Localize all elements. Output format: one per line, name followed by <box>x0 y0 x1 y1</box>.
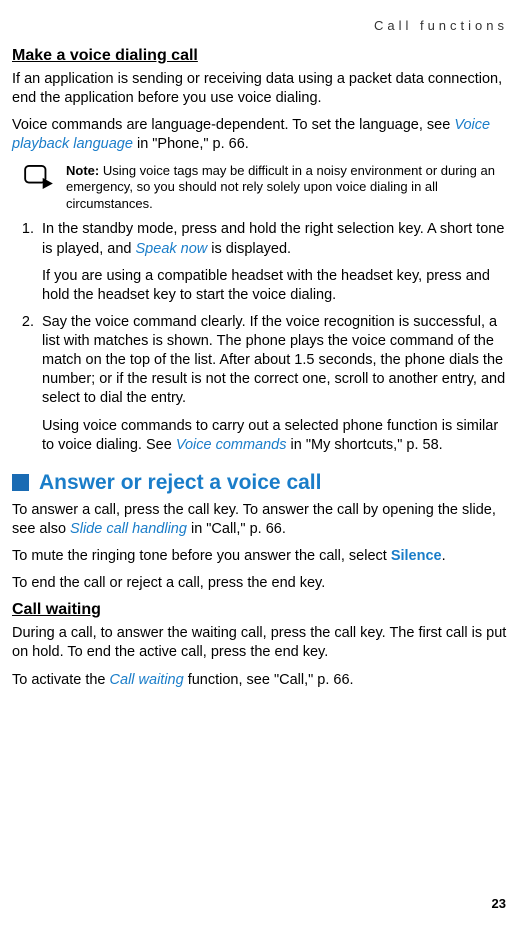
list-item: In the standby mode, press and hold the … <box>38 220 508 305</box>
paragraph: To end the call or reject a call, press … <box>12 574 508 593</box>
section-title-call-waiting: Call waiting <box>12 601 508 619</box>
section-title-voice-dialing: Make a voice dialing call <box>12 47 508 65</box>
link-silence[interactable]: Silence <box>391 548 442 564</box>
text-fragment: in "Phone," p. 66. <box>133 136 249 152</box>
paragraph: During a call, to answer the waiting cal… <box>12 624 508 662</box>
text-fragment: in "My shortcuts," p. 58. <box>287 437 443 453</box>
text-fragment: To mute the ringing tone before you answ… <box>12 548 391 564</box>
section-heading-answer-reject: Answer or reject a voice call <box>12 471 508 495</box>
link-call-waiting[interactable]: Call waiting <box>110 672 184 688</box>
paragraph: Voice commands are language-dependent. T… <box>12 116 508 154</box>
text-fragment: . <box>442 548 446 564</box>
text-fragment: Say the voice command clearly. If the vo… <box>42 314 505 407</box>
link-slide-call-handling[interactable]: Slide call handling <box>70 521 187 537</box>
text-fragment: in "Call," p. 66. <box>187 521 286 537</box>
note-label: Note: <box>66 163 99 178</box>
paragraph: To answer a call, press the call key. To… <box>12 501 508 539</box>
note-icon <box>24 163 56 194</box>
numbered-list: In the standby mode, press and hold the … <box>12 220 508 454</box>
text-fragment: function, see "Call," p. 66. <box>184 672 354 688</box>
page-number: 23 <box>492 896 506 911</box>
note-body: Using voice tags may be difficult in a n… <box>66 163 495 211</box>
link-speak-now[interactable]: Speak now <box>136 241 208 257</box>
paragraph: To mute the ringing tone before you answ… <box>12 547 508 566</box>
text-fragment: is displayed. <box>207 241 291 257</box>
sub-paragraph: If you are using a compatible headset wi… <box>42 267 508 305</box>
text-fragment: To activate the <box>12 672 110 688</box>
link-voice-commands[interactable]: Voice commands <box>176 437 287 453</box>
running-header: Call functions <box>12 18 508 33</box>
note-block: Note: Using voice tags may be difficult … <box>12 163 508 213</box>
text-fragment: Voice commands are language-dependent. T… <box>12 117 454 133</box>
square-bullet-icon <box>12 474 29 491</box>
section-heading-text: Answer or reject a voice call <box>39 471 321 495</box>
list-item: Say the voice command clearly. If the vo… <box>38 313 508 455</box>
sub-paragraph: Using voice commands to carry out a sele… <box>42 417 508 455</box>
paragraph: If an application is sending or receivin… <box>12 70 508 108</box>
note-text: Note: Using voice tags may be difficult … <box>66 163 508 213</box>
paragraph: To activate the Call waiting function, s… <box>12 671 508 690</box>
